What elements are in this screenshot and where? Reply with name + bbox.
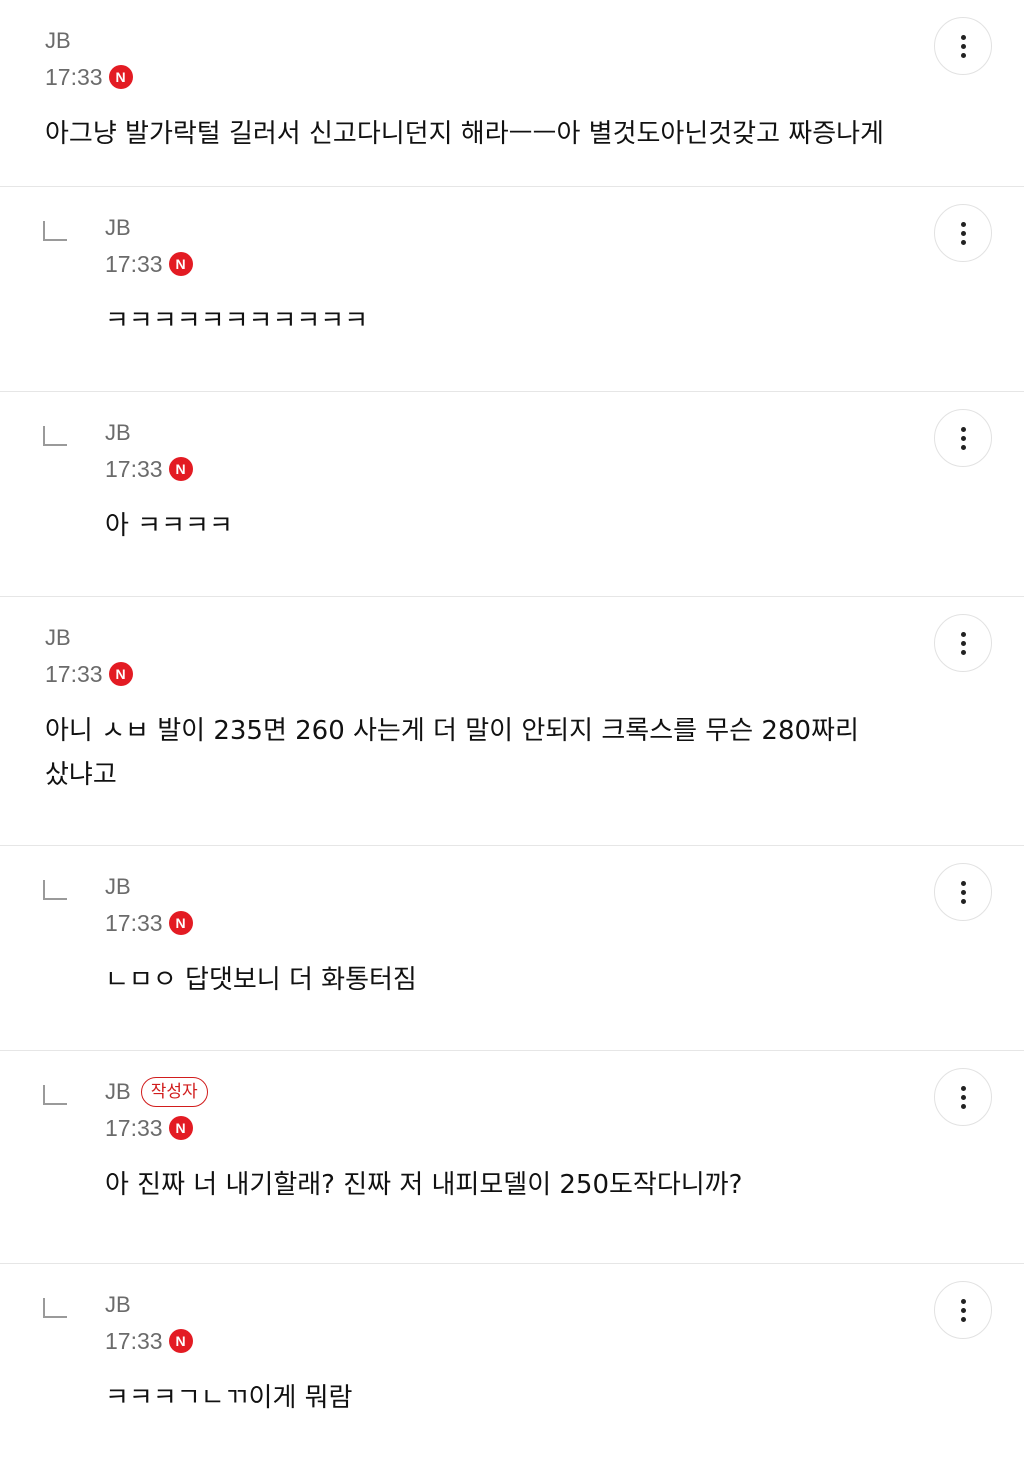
more-options-button[interactable] (934, 204, 992, 262)
comment-time: 17:33 (105, 1327, 163, 1354)
comment-author[interactable]: JB (105, 215, 131, 241)
more-vertical-icon-dot (960, 43, 966, 49)
reply-item: JB 17:33 N 아 ㅋㅋㅋㅋ (0, 392, 1024, 597)
comment-time: 17:33 (45, 660, 103, 687)
more-vertical-icon (960, 426, 966, 432)
more-vertical-icon (960, 1298, 966, 1304)
more-options-button[interactable] (934, 17, 992, 75)
more-vertical-icon (960, 631, 966, 637)
more-vertical-icon-dot (960, 230, 966, 236)
reply-item: JB 작성자 17:33 N 아 진짜 너 내기할래? 진짜 저 내피모델이 2… (0, 1051, 1024, 1264)
more-vertical-icon-dot (960, 889, 966, 895)
more-options-button[interactable] (934, 614, 992, 672)
more-vertical-icon-dot (960, 649, 966, 655)
more-vertical-icon-dot (960, 898, 966, 904)
comment-meta: 17:33 N (105, 1113, 904, 1143)
new-badge-icon: N (108, 65, 133, 89)
new-badge-icon: N (168, 1329, 193, 1353)
more-options-button[interactable] (934, 409, 992, 467)
more-vertical-icon-dot (960, 640, 966, 646)
comment-item: JB 17:33 N 아니 ㅅㅂ 발이 235면 260 사는게 더 말이 안되… (0, 597, 1024, 846)
more-vertical-icon-dot (960, 1316, 966, 1322)
more-options-button[interactable] (934, 863, 992, 921)
comment-list: JB 17:33 N 아그냥 발가락털 길러서 신고다니던지 해라ㅡㅡ아 별것도… (0, 0, 1024, 1467)
comment-author-row: JB 작성자 (105, 1077, 904, 1107)
reply-arrow-icon (43, 1085, 67, 1105)
more-vertical-icon (960, 34, 966, 40)
comment-time: 17:33 (105, 455, 163, 482)
comment-author-row: JB (105, 213, 904, 243)
reply-arrow-icon (43, 221, 67, 241)
reply-item: JB 17:33 N ㅋㅋㅋㄱㄴㄲ이게 뭐람 (0, 1264, 1024, 1467)
reply-item: JB 17:33 N ㄴㅁㅇ 답댓보니 더 화통터짐 (0, 846, 1024, 1051)
comment-time: 17:33 (105, 250, 163, 277)
more-options-button[interactable] (934, 1281, 992, 1339)
comment-item: JB 17:33 N 아그냥 발가락털 길러서 신고다니던지 해라ㅡㅡ아 별것도… (0, 0, 1024, 187)
comment-author[interactable]: JB (105, 874, 131, 900)
comment-text: 아 ㅋㅋㅋㅋ (105, 511, 233, 541)
more-vertical-icon-dot (960, 444, 966, 450)
more-vertical-icon-dot (960, 435, 966, 441)
reply-arrow-icon (43, 880, 67, 900)
comment-text: 아그냥 발가락털 길러서 신고다니던지 해라ㅡㅡ아 별것도아닌것갖고 짜증나게 (45, 119, 884, 149)
comment-meta: 17:33 N (105, 908, 904, 938)
comment-text: 아 진짜 너 내기할래? 진짜 저 내피모델이 250도작다니까? (105, 1170, 743, 1200)
more-vertical-icon-dot (960, 1094, 966, 1100)
comment-text: ㅋㅋㅋㄱㄴㄲ이게 뭐람 (105, 1383, 353, 1413)
comment-meta: 17:33 N (105, 249, 904, 279)
comment-author[interactable]: JB (45, 625, 71, 651)
more-vertical-icon (960, 221, 966, 227)
more-vertical-icon-dot (960, 1307, 966, 1313)
comment-time: 17:33 (105, 1114, 163, 1141)
new-badge-icon: N (168, 457, 193, 481)
more-vertical-icon-dot (960, 239, 966, 245)
new-badge-icon: N (108, 662, 133, 686)
new-badge-icon: N (168, 911, 193, 935)
more-options-button[interactable] (934, 1068, 992, 1126)
comment-meta: 17:33 N (105, 454, 904, 484)
comment-author-row: JB (45, 623, 904, 653)
comment-text: ㄴㅁㅇ 답댓보니 더 화통터짐 (105, 965, 417, 995)
comment-time: 17:33 (45, 63, 103, 90)
comment-text: 아니 ㅅㅂ 발이 235면 260 사는게 더 말이 안되지 크록스를 무슨 2… (45, 716, 859, 790)
comment-meta: 17:33 N (45, 62, 904, 92)
more-vertical-icon (960, 1085, 966, 1091)
comment-author-row: JB (105, 1290, 904, 1320)
comment-meta: 17:33 N (45, 659, 904, 689)
comment-time: 17:33 (105, 909, 163, 936)
more-vertical-icon-dot (960, 1103, 966, 1109)
comment-author[interactable]: JB (105, 1292, 131, 1318)
comment-text: ㅋㅋㅋㅋㅋㅋㅋㅋㅋㅋㅋ (105, 306, 369, 336)
comment-author-row: JB (105, 418, 904, 448)
comment-author[interactable]: JB (45, 28, 71, 54)
author-badge: 작성자 (140, 1077, 208, 1107)
more-vertical-icon-dot (960, 52, 966, 58)
comment-author[interactable]: JB (105, 1079, 131, 1105)
comment-author-row: JB (105, 872, 904, 902)
comment-meta: 17:33 N (105, 1326, 904, 1356)
comment-author[interactable]: JB (105, 420, 131, 446)
more-vertical-icon (960, 880, 966, 886)
reply-arrow-icon (43, 1298, 67, 1318)
reply-arrow-icon (43, 426, 67, 446)
reply-item: JB 17:33 N ㅋㅋㅋㅋㅋㅋㅋㅋㅋㅋㅋ (0, 187, 1024, 392)
new-badge-icon: N (168, 252, 193, 276)
comment-author-row: JB (45, 26, 904, 56)
new-badge-icon: N (168, 1116, 193, 1140)
